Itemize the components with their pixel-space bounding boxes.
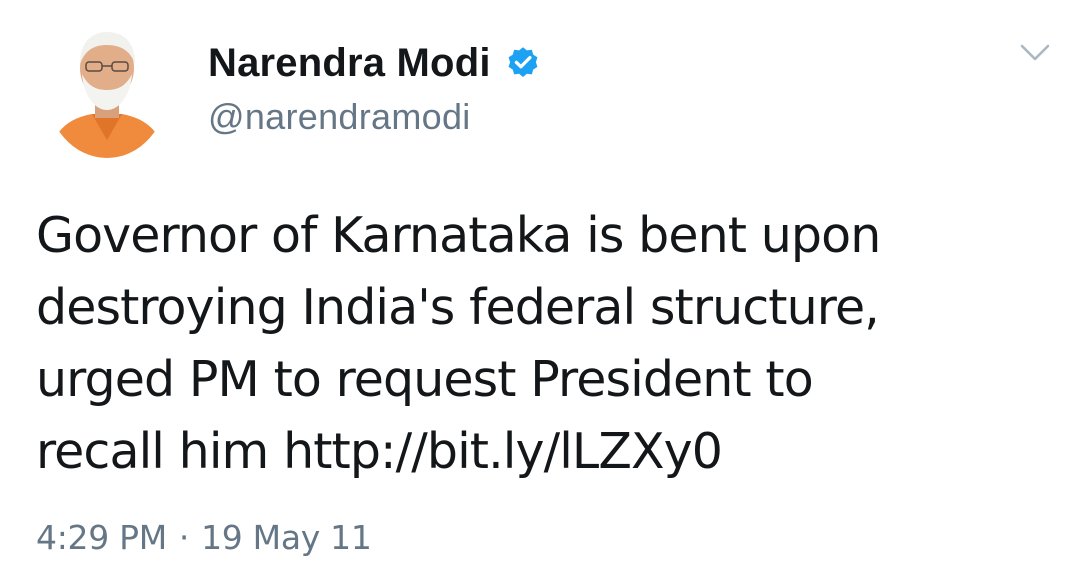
meta-separator: · — [178, 518, 190, 557]
author-name-row[interactable]: Narendra Modi — [208, 38, 541, 88]
author-handle[interactable]: @narendramodi — [208, 96, 471, 138]
tweet-timestamp[interactable]: 4:29 PM · 19 May 11 — [36, 518, 372, 557]
avatar[interactable] — [46, 18, 168, 158]
author-display-name[interactable]: Narendra Modi — [208, 41, 491, 86]
tweet-date[interactable]: 19 May 11 — [201, 518, 372, 557]
verified-badge-icon — [505, 45, 541, 81]
tweet-card: Narendra Modi @narendramodi Governor of … — [0, 0, 1080, 584]
tweet-time[interactable]: 4:29 PM — [36, 518, 167, 557]
profile-photo-icon — [50, 32, 164, 158]
chevron-down-icon[interactable] — [1018, 40, 1052, 66]
tweet-text: Governor of Karnataka is bent upon destr… — [36, 207, 881, 480]
